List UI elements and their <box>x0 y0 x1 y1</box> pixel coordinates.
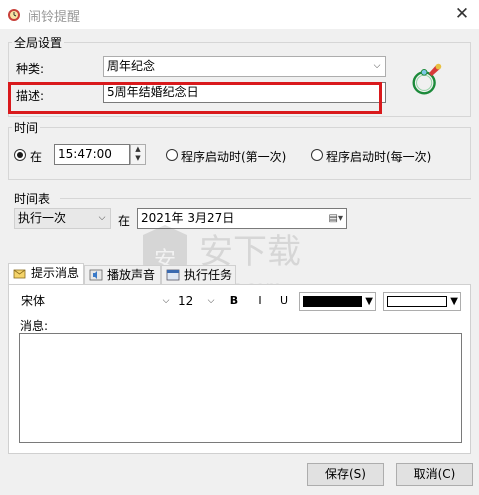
tab-message[interactable]: 提示消息 <box>8 263 84 285</box>
tab-run-task-label: 执行任务 <box>184 268 233 282</box>
message-textarea[interactable] <box>19 333 462 443</box>
chevron-down-icon: ▼ <box>365 296 373 307</box>
italic-button[interactable]: I <box>251 292 269 310</box>
global-settings-title: 全局设置 <box>12 34 65 51</box>
underline-button[interactable]: U <box>275 292 293 310</box>
message-label: 消息: <box>20 319 49 333</box>
tab-message-label: 提示消息 <box>31 266 80 280</box>
message-icon <box>13 269 26 279</box>
time-spinner[interactable]: ▲ ▼ <box>130 144 146 165</box>
calendar-dropdown-icon[interactable]: ▤▾ <box>329 209 343 228</box>
font-name-value: 宋体 <box>21 294 46 308</box>
time-at-label: 在 <box>30 150 43 164</box>
save-button[interactable]: 保存(S) <box>307 463 384 486</box>
kind-label: 种类: <box>16 62 45 76</box>
every-start-label: 程序启动时(每一次) <box>326 150 432 164</box>
close-button[interactable]: ✕ <box>450 3 474 25</box>
text-color-picker[interactable]: ▼ <box>299 292 376 311</box>
date-picker[interactable]: 2021年 3月27日 ▤▾ <box>137 208 347 229</box>
font-size-value: 12 <box>178 294 194 308</box>
alarm-reminder-dialog: 闹铃提醒 ✕ 全局设置 种类: 周年纪念 ⌵ 描述: 5周年结婚纪念日 时间 在… <box>0 0 479 495</box>
text-color-swatch <box>303 296 362 307</box>
frequency-select[interactable]: 执行一次 ⌵ <box>14 208 111 229</box>
time-at-radio[interactable] <box>14 149 26 161</box>
tab-play-sound-label: 播放声音 <box>107 268 156 282</box>
description-highlight-box <box>8 82 382 114</box>
chevron-down-icon: ⌵ <box>373 61 381 71</box>
chevron-down-icon: ⌵ <box>162 296 170 306</box>
anniversary-ring-icon <box>412 63 442 95</box>
title-bar: 闹铃提醒 ✕ <box>0 0 479 29</box>
schedule-at-label: 在 <box>118 214 131 228</box>
background-color-picker[interactable]: ▼ <box>383 292 461 311</box>
time-input[interactable]: 15:47:00 <box>54 144 130 165</box>
task-icon <box>166 269 180 281</box>
every-start-radio[interactable] <box>311 149 323 161</box>
frequency-select-value: 执行一次 <box>18 211 67 225</box>
spin-down-icon[interactable]: ▼ <box>131 154 145 163</box>
tab-play-sound[interactable]: 播放声音 <box>84 265 161 285</box>
time-group-title: 时间 <box>12 119 41 136</box>
spin-up-icon[interactable]: ▲ <box>131 145 145 154</box>
background-color-swatch <box>387 296 447 307</box>
first-start-label: 程序启动时(第一次) <box>181 150 287 164</box>
app-alarm-icon <box>8 9 20 21</box>
kind-select-value: 周年纪念 <box>107 59 156 73</box>
tab-run-task[interactable]: 执行任务 <box>161 265 236 285</box>
sound-icon <box>89 269 103 281</box>
font-name-select[interactable]: 宋体 ⌵ <box>17 291 175 312</box>
schedule-title: 时间表 <box>14 192 51 206</box>
chevron-down-icon: ⌵ <box>98 213 106 223</box>
date-value: 2021年 3月27日 <box>141 211 235 225</box>
chevron-down-icon: ▼ <box>450 296 458 307</box>
font-size-select[interactable]: 12 ⌵ <box>174 291 220 312</box>
message-tab-panel: 宋体 ⌵ 12 ⌵ B I U ▼ ▼ 消息: <box>8 284 471 454</box>
chevron-down-icon: ⌵ <box>207 296 215 306</box>
bold-button[interactable]: B <box>225 292 243 310</box>
schedule-divider <box>60 198 471 199</box>
first-start-radio[interactable] <box>166 149 178 161</box>
kind-select[interactable]: 周年纪念 ⌵ <box>103 56 386 77</box>
cancel-button[interactable]: 取消(C) <box>396 463 473 486</box>
window-title: 闹铃提醒 <box>28 10 81 25</box>
